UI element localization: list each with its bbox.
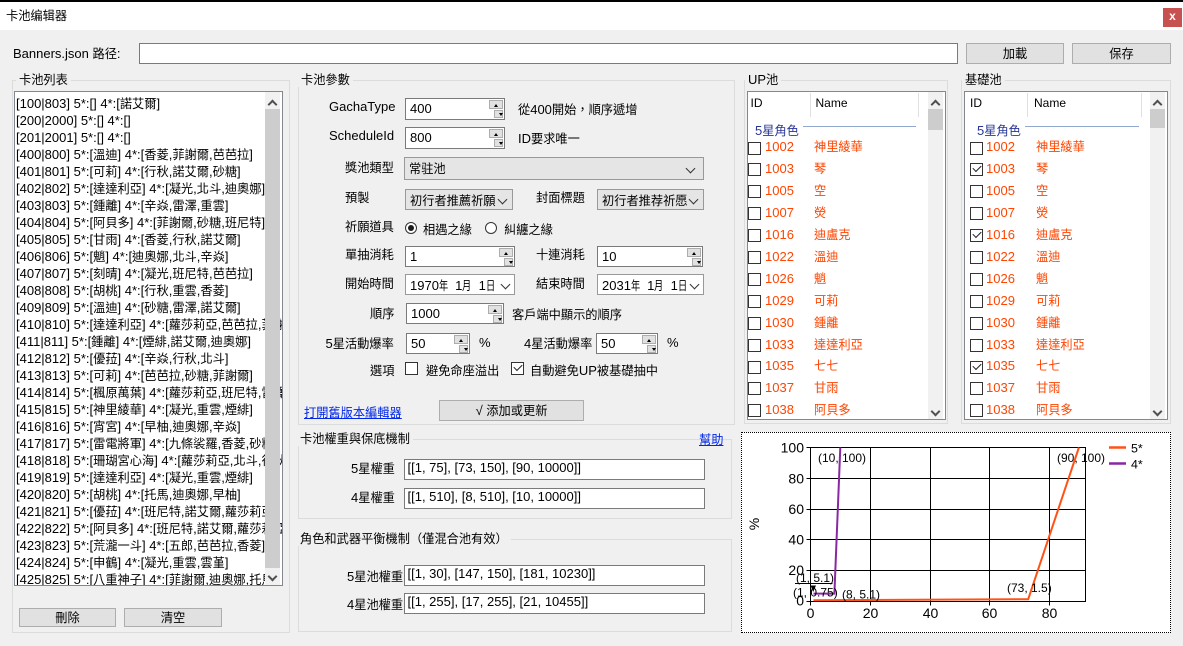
svg-text:100: 100: [781, 440, 805, 456]
svg-text:4*: 4*: [1131, 458, 1143, 472]
svg-text:0: 0: [807, 605, 815, 621]
svg-text:40: 40: [788, 532, 804, 548]
svg-text:(10, 100): (10, 100): [818, 451, 866, 465]
svg-text:(1, 5.1): (1, 5.1): [796, 571, 834, 585]
svg-text:60: 60: [982, 605, 998, 621]
svg-text:(90, 100): (90, 100): [1057, 451, 1105, 465]
svg-text:%: %: [746, 518, 762, 530]
svg-text:40: 40: [923, 605, 939, 621]
svg-text:(1, 0.75): (1, 0.75): [793, 585, 838, 599]
svg-text:20: 20: [863, 605, 879, 621]
svg-text:60: 60: [788, 501, 804, 517]
svg-text:5*: 5*: [1131, 442, 1143, 456]
svg-text:80: 80: [788, 471, 804, 487]
svg-text:(73, 1.5): (73, 1.5): [1007, 581, 1052, 595]
svg-text:80: 80: [1042, 605, 1058, 621]
svg-text:(8, 5.1): (8, 5.1): [842, 587, 880, 601]
